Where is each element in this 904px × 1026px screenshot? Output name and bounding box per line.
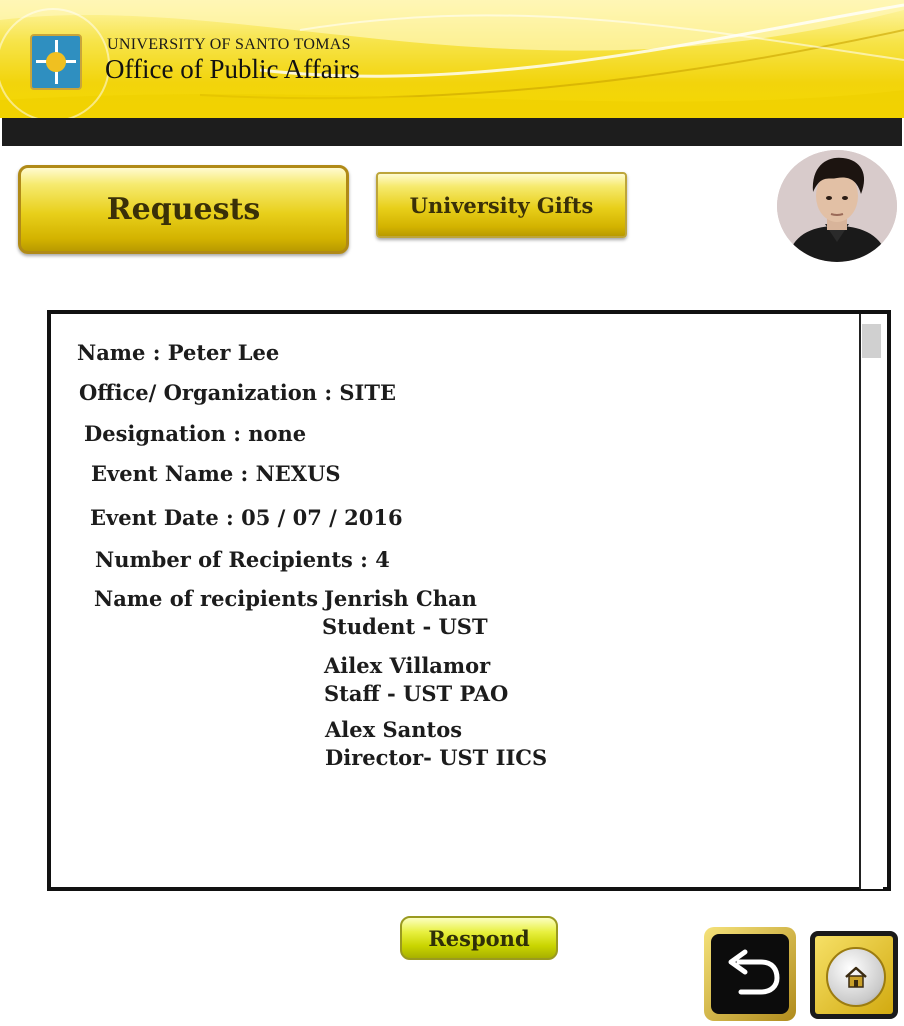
profile-photo (777, 150, 897, 262)
tab-university-gifts[interactable]: University Gifts (376, 172, 627, 238)
tab-requests[interactable]: Requests (18, 165, 349, 254)
university-name: UNIVERSITY OF SANTO TOMAS (107, 36, 351, 53)
back-arrow-icon (728, 949, 780, 995)
home-button[interactable] (810, 931, 898, 1019)
recipient-name: Ailex Villamor (324, 653, 491, 678)
requester-organization: Office/ Organization : SITE (79, 380, 397, 405)
recipients-label: Name of recipients : (94, 586, 334, 611)
avatar[interactable] (777, 150, 897, 262)
home-icon (845, 966, 867, 988)
request-details-panel: Name : Peter Lee Office/ Organization : … (47, 310, 891, 891)
recipient-name: Jenrish Chan (324, 586, 477, 611)
event-name: Event Name : NEXUS (91, 461, 341, 486)
recipient-role: Director- UST IICS (325, 745, 548, 770)
respond-button[interactable]: Respond (400, 916, 558, 960)
requester-name: Name : Peter Lee (77, 340, 280, 365)
recipient-role: Staff - UST PAO (324, 681, 509, 706)
header-banner: UNIVERSITY OF SANTO TOMAS Office of Publ… (0, 0, 904, 118)
requester-designation: Designation : none (84, 421, 307, 446)
recipient-count: Number of Recipients : 4 (95, 547, 390, 572)
recipient-name: Alex Santos (325, 717, 463, 742)
office-name: Office of Public Affairs (105, 54, 360, 84)
university-seal-icon (30, 34, 82, 90)
back-button[interactable] (704, 927, 796, 1021)
nav-bar (2, 118, 902, 146)
recipient-role: Student - UST (322, 614, 488, 639)
event-date: Event Date : 05 / 07 / 2016 (90, 505, 403, 530)
scrollbar-thumb[interactable] (862, 324, 881, 358)
scrollbar[interactable] (859, 314, 883, 889)
